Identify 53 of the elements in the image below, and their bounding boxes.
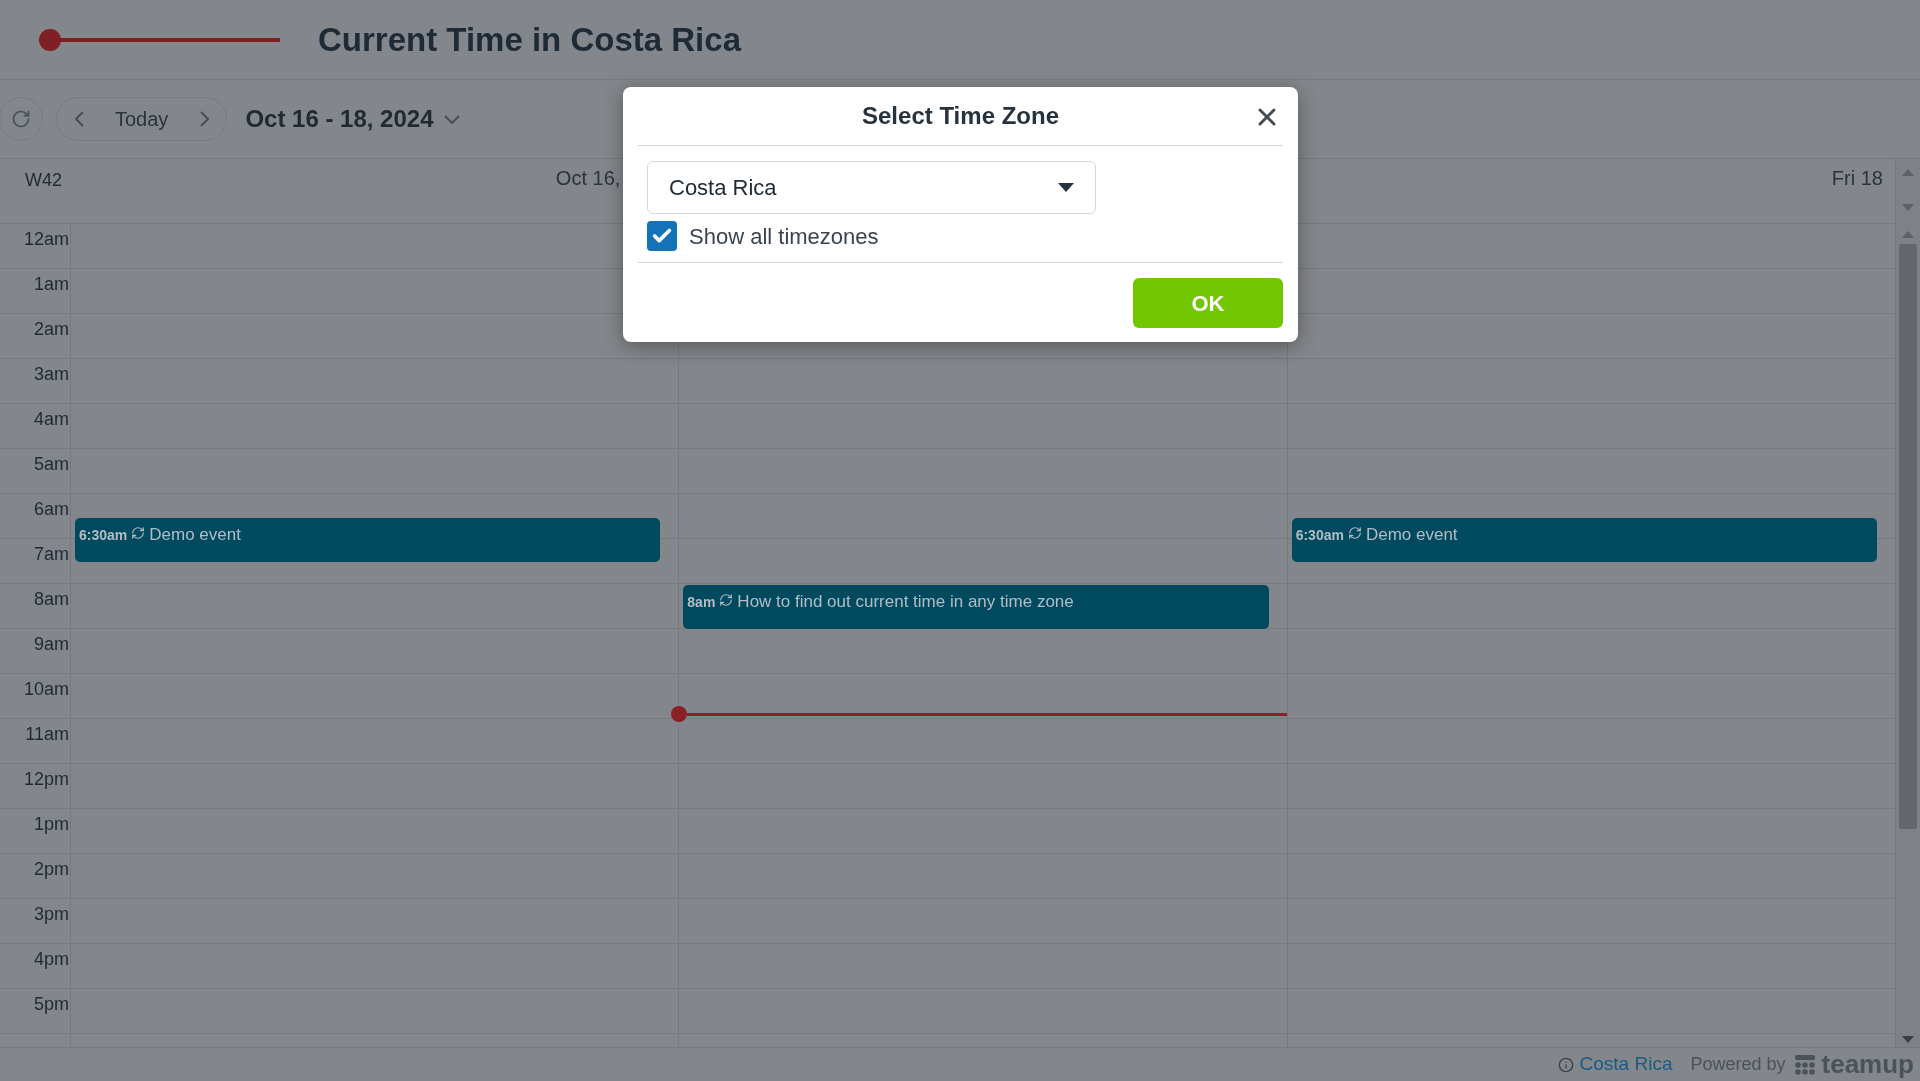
hour-label: 5am	[34, 453, 69, 476]
day-header: Oct 16,	[555, 166, 621, 191]
caret-icon	[1058, 183, 1074, 192]
checkbox[interactable]	[647, 221, 677, 251]
event-title: Demo event	[149, 523, 241, 546]
hour-label: 10am	[23, 678, 69, 701]
event-title: Demo event	[1365, 523, 1458, 546]
hour-label: 5pm	[34, 993, 69, 1016]
chevron-right-icon	[199, 111, 209, 127]
brand-logo[interactable]: teamup	[1793, 1045, 1914, 1081]
hour-label: 6am	[34, 498, 69, 521]
hour-label: 1pm	[34, 813, 69, 836]
calendar-event[interactable]: 8am How to find out current time in any time zone	[683, 585, 1269, 629]
info-icon	[1557, 1056, 1574, 1073]
scroll-down-icon[interactable]	[1902, 204, 1914, 211]
hour-label: 12am	[23, 228, 69, 251]
week-number: W42	[25, 170, 62, 190]
powered-by-text: Powered by	[1690, 1053, 1786, 1076]
scroll-down-icon[interactable]	[1902, 1036, 1914, 1043]
hour-label: 11am	[25, 723, 69, 746]
day-header: Fri 18	[1831, 166, 1883, 191]
today-button[interactable]: Today	[101, 98, 183, 140]
event-time: 8am	[687, 593, 716, 612]
timezone-link[interactable]: Costa Rica	[1557, 1050, 1673, 1079]
dialog-title: Select Time Zone	[862, 101, 1059, 131]
repeat-icon	[1347, 525, 1362, 540]
hour-label: 2am	[34, 318, 69, 341]
repeat-icon	[131, 525, 146, 540]
chevron-left-icon	[74, 111, 84, 127]
refresh-icon	[11, 109, 31, 129]
checkbox-label: Show all timezones	[689, 222, 879, 251]
repeat-icon	[719, 593, 734, 607]
hour-label: 1am	[34, 273, 69, 296]
chevron-down-icon	[443, 114, 460, 124]
date-range-dropdown[interactable]: Oct 16 - 18, 2024	[245, 101, 460, 137]
ok-button[interactable]: OK	[1133, 278, 1283, 328]
hour-label: 12pm	[23, 768, 69, 791]
hour-label: 2pm	[34, 858, 69, 881]
hour-label: 4am	[34, 408, 69, 431]
hour-label: 3am	[34, 363, 69, 386]
event-time: 6:30am	[79, 525, 128, 545]
hour-label: 3pm	[34, 903, 69, 926]
page-title: Current Time in Costa Rica	[318, 19, 741, 60]
event-time: 6:30am	[1295, 525, 1344, 545]
hour-label: 4pm	[34, 948, 69, 971]
scroll-up-icon[interactable]	[1902, 169, 1914, 176]
calendar-event[interactable]: 6:30am Demo event	[1291, 517, 1877, 562]
timezone-select[interactable]: Costa Rica	[647, 161, 1096, 214]
hour-label: 8am	[34, 588, 69, 611]
hour-label: 9am	[34, 633, 69, 656]
event-title: How to find out current time in any time zone	[737, 591, 1074, 613]
hour-label: 7am	[34, 543, 69, 566]
calendar-event[interactable]: 6:30am Demo event	[75, 517, 661, 562]
